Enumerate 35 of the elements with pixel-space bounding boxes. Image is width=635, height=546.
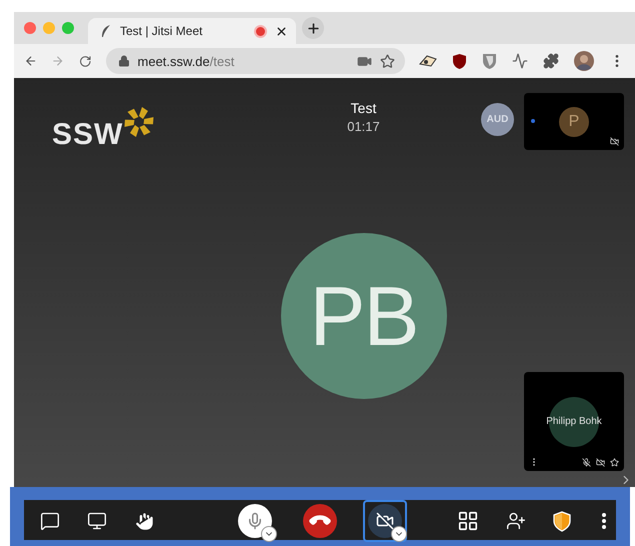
video-off-icon [376, 512, 394, 530]
extensions-icon[interactable] [543, 53, 559, 69]
meeting-timer: 01:17 [347, 119, 380, 134]
browser-tab[interactable]: Test | Jitsi Meet [88, 18, 296, 44]
avatar: P [559, 106, 589, 136]
raise-hand-button[interactable] [134, 510, 155, 532]
logo-text: SSW [52, 120, 124, 150]
plus-icon [306, 20, 320, 36]
reload-icon[interactable] [78, 54, 92, 68]
speaker-avatar: PB [280, 233, 446, 399]
meeting-title: Test [350, 100, 376, 116]
profile-avatar[interactable] [574, 51, 594, 71]
new-tab-button[interactable] [302, 17, 324, 39]
camera-button[interactable] [363, 500, 407, 542]
screen-share-button[interactable] [87, 511, 107, 531]
chat-button[interactable] [40, 511, 60, 531]
video-thumbnail[interactable]: Philipp Bohk [524, 372, 624, 471]
lock-icon [118, 55, 130, 67]
activity-icon[interactable] [512, 53, 528, 69]
shield-extension-icon[interactable] [452, 52, 467, 70]
tab-title: Test | Jitsi Meet [120, 24, 204, 38]
microphone-icon [246, 512, 264, 530]
security-button[interactable] [553, 510, 571, 532]
close-icon[interactable] [275, 24, 288, 38]
sun-logo-icon [123, 106, 156, 138]
tile-view-button[interactable] [457, 510, 479, 532]
feather-icon [100, 24, 112, 38]
address-field[interactable]: meet.ssw.de/test [106, 48, 405, 74]
bookmark-star-icon[interactable] [380, 54, 395, 68]
audio-avatar: AUD [481, 103, 514, 136]
invite-button[interactable] [506, 511, 526, 531]
participant-name: Philipp Bohk [545, 416, 603, 427]
extension-icon[interactable] [419, 54, 437, 68]
more-icon [602, 513, 606, 529]
star-icon[interactable] [610, 458, 619, 467]
